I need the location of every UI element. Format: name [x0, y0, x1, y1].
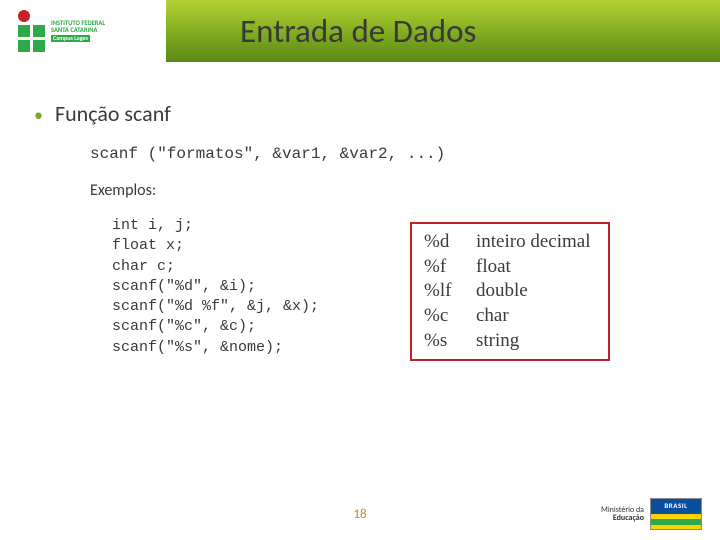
bullet-icon: • — [34, 106, 43, 124]
fmt-desc: string — [476, 329, 519, 354]
brasil-flag-icon — [650, 498, 702, 530]
institution-logo: INSTITUTO FEDERAL SANTA CATARINA Campus … — [0, 0, 166, 62]
table-row: %s string — [424, 329, 590, 354]
page-number: 18 — [353, 507, 366, 522]
slide-content: • Função scanf scanf ("formatos", &var1,… — [0, 62, 720, 361]
ministry-label: Ministério da Educação — [601, 506, 644, 522]
bullet-item: • Função scanf — [34, 100, 676, 127]
table-row: %lf double — [424, 279, 590, 304]
fmt-code: %s — [424, 329, 476, 354]
fmt-code: %c — [424, 304, 476, 329]
bullet-label: Função scanf — [55, 100, 171, 127]
slide-header: INSTITUTO FEDERAL SANTA CATARINA Campus … — [0, 0, 720, 62]
example-code-block: int i, j; float x; char c; scanf("%d", &… — [112, 216, 402, 358]
fmt-code: %lf — [424, 279, 476, 304]
fmt-code: %d — [424, 230, 476, 255]
format-specifier-box: %d inteiro decimal %f float %lf double %… — [410, 222, 610, 361]
footer-logo: Ministério da Educação — [601, 498, 702, 530]
logo-text: INSTITUTO FEDERAL SANTA CATARINA Campus … — [51, 20, 105, 42]
fmt-code: %f — [424, 255, 476, 280]
table-row: %f float — [424, 255, 590, 280]
logo-icon — [18, 10, 45, 52]
fmt-desc: char — [476, 304, 509, 329]
fmt-desc: inteiro decimal — [476, 230, 590, 255]
fmt-desc: double — [476, 279, 528, 304]
logo-line3: Campus Lages — [51, 35, 90, 42]
table-row: %d inteiro decimal — [424, 230, 590, 255]
table-row: %c char — [424, 304, 590, 329]
syntax-code: scanf ("formatos", &var1, &var2, ...) — [90, 145, 676, 163]
ministry-line2: Educação — [601, 514, 644, 522]
examples-row: int i, j; float x; char c; scanf("%d", &… — [112, 216, 676, 361]
slide-title: Entrada de Dados — [240, 11, 476, 51]
logo-line2: SANTA CATARINA — [51, 27, 105, 34]
fmt-desc: float — [476, 255, 511, 280]
examples-heading: Exemplos: — [90, 181, 676, 200]
